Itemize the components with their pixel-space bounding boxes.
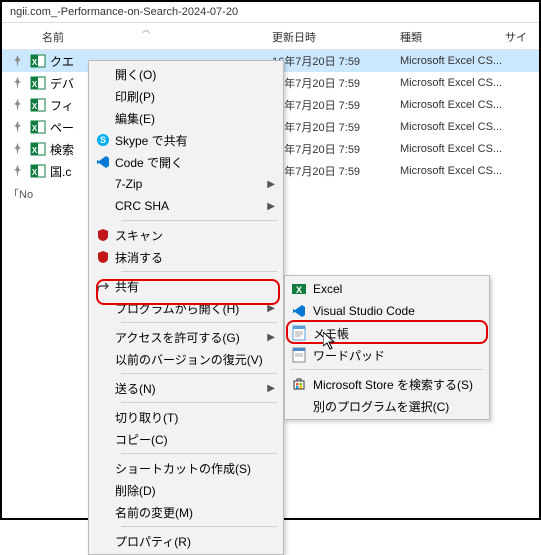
sub-store[interactable]: Microsoft Store を検索する(S) — [287, 373, 487, 395]
notepad-icon — [291, 325, 307, 341]
chevron-right-icon: ▶ — [267, 201, 275, 212]
ctx-shred[interactable]: 抹消する — [91, 246, 281, 268]
svg-text:X: X — [32, 58, 38, 67]
separator — [121, 453, 277, 454]
separator — [121, 402, 277, 403]
skype-icon: S — [95, 132, 111, 148]
pin-icon — [10, 143, 24, 155]
col-type[interactable]: 種類 — [400, 29, 505, 45]
file-type: Microsoft Excel CS... — [400, 55, 508, 67]
svg-text:X: X — [32, 80, 38, 89]
ctx-access[interactable]: アクセスを許可する(G)▶ — [91, 326, 281, 348]
ctx-share[interactable]: 共有 — [91, 275, 281, 297]
store-icon — [291, 376, 307, 392]
excel-icon: X — [291, 281, 307, 297]
vscode-icon — [291, 303, 307, 319]
file-date: 16年7月20日 7:59 — [272, 141, 400, 157]
ctx-open[interactable]: 開く(O) — [91, 63, 281, 85]
sub-vscode[interactable]: Visual Studio Code — [287, 300, 487, 322]
ctx-print[interactable]: 印刷(P) — [91, 85, 281, 107]
ctx-scan[interactable]: スキャン — [91, 224, 281, 246]
ctx-skype[interactable]: S Skype で共有 — [91, 129, 281, 151]
file-date: 16年7月20日 7:59 — [272, 97, 400, 113]
ctx-openwith[interactable]: プログラムから開く(H)▶ — [91, 297, 281, 319]
ctx-properties[interactable]: プロパティ(R) — [91, 530, 281, 552]
pin-icon — [10, 77, 24, 89]
file-type: Microsoft Excel CS... — [400, 165, 508, 177]
column-headers: 名前 更新日時 種類 サイ — [2, 23, 539, 50]
separator — [121, 220, 277, 221]
file-date: 16年7月20日 7:59 — [272, 53, 400, 69]
ctx-7zip[interactable]: 7-Zip▶ — [91, 173, 281, 195]
file-date: 16年7月20日 7:59 — [272, 75, 400, 91]
wordpad-icon — [291, 347, 307, 363]
ctx-cut[interactable]: 切り取り(T) — [91, 406, 281, 428]
file-date: 16年7月20日 7:59 — [272, 119, 400, 135]
sub-excel[interactable]: X Excel — [287, 278, 487, 300]
ctx-sendto[interactable]: 送る(N)▶ — [91, 377, 281, 399]
svg-text:X: X — [32, 102, 38, 111]
chevron-right-icon: ▶ — [267, 303, 275, 314]
separator — [121, 373, 277, 374]
context-menu: 開く(O) 印刷(P) 編集(E) S Skype で共有 Code で開く 7… — [88, 60, 284, 555]
separator — [121, 271, 277, 272]
chevron-right-icon: ▶ — [267, 179, 275, 190]
excel-icon: X — [30, 119, 46, 135]
excel-icon: X — [30, 75, 46, 91]
pin-icon — [10, 165, 24, 177]
col-size[interactable]: サイ — [505, 29, 527, 45]
ctx-edit[interactable]: 編集(E) — [91, 107, 281, 129]
ctx-copy[interactable]: コピー(C) — [91, 428, 281, 450]
pin-icon — [10, 99, 24, 111]
separator — [121, 322, 277, 323]
ctx-code[interactable]: Code で開く — [91, 151, 281, 173]
vscode-icon — [95, 154, 111, 170]
pin-icon — [10, 121, 24, 133]
chevron-right-icon: ▶ — [267, 383, 275, 394]
sub-wordpad[interactable]: ワードパッド — [287, 344, 487, 366]
ctx-delete[interactable]: 削除(D) — [91, 479, 281, 501]
ctx-shortcut[interactable]: ショートカットの作成(S) — [91, 457, 281, 479]
ctx-restore[interactable]: 以前のバージョンの復元(V) — [91, 348, 281, 370]
window-title: ngii.com_-Performance-on-Search-2024-07-… — [2, 2, 539, 23]
pin-icon — [10, 55, 24, 67]
excel-icon: X — [30, 53, 46, 69]
file-type: Microsoft Excel CS... — [400, 99, 508, 111]
svg-text:X: X — [32, 168, 38, 177]
file-type: Microsoft Excel CS... — [400, 143, 508, 155]
excel-icon: X — [30, 163, 46, 179]
mcafee-icon — [95, 227, 111, 243]
sub-notepad[interactable]: メモ帳 — [287, 322, 487, 344]
ctx-crcsha[interactable]: CRC SHA▶ — [91, 195, 281, 217]
svg-text:X: X — [296, 285, 302, 295]
col-date[interactable]: 更新日時 — [272, 29, 400, 45]
sort-indicator: ︿ — [142, 24, 150, 35]
sub-other[interactable]: 別のプログラムを選択(C) — [287, 395, 487, 417]
file-type: Microsoft Excel CS... — [400, 77, 508, 89]
separator — [121, 526, 277, 527]
file-type: Microsoft Excel CS... — [400, 121, 508, 133]
svg-text:X: X — [32, 124, 38, 133]
share-icon — [95, 278, 111, 294]
excel-icon: X — [30, 97, 46, 113]
svg-text:X: X — [32, 146, 38, 155]
mcafee-icon — [95, 249, 111, 265]
col-name[interactable]: 名前 — [42, 29, 272, 45]
excel-icon: X — [30, 141, 46, 157]
openwith-submenu: X Excel Visual Studio Code メモ帳 ワードパッド Mi… — [284, 275, 490, 420]
file-date: 16年7月20日 7:59 — [272, 163, 400, 179]
svg-text:S: S — [100, 135, 106, 145]
chevron-right-icon: ▶ — [267, 332, 275, 343]
separator — [291, 369, 483, 370]
